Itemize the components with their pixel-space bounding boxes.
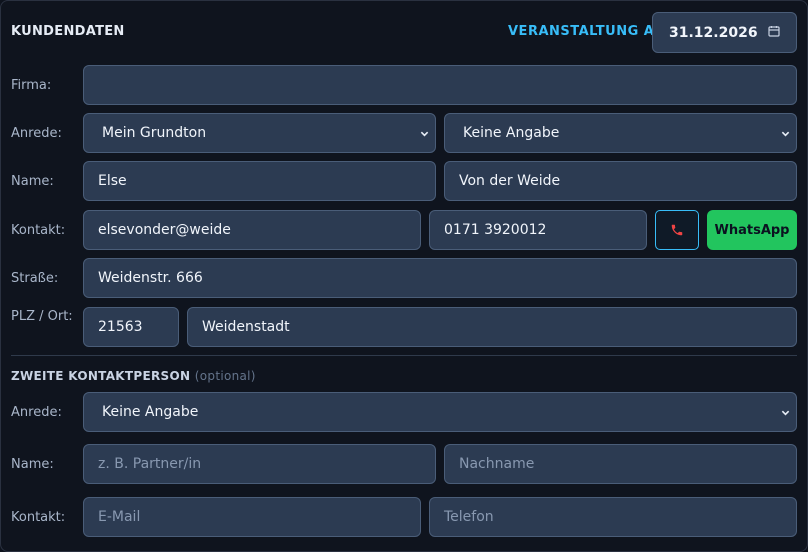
last-name-value: Von der Weide	[459, 173, 561, 189]
event-date-value: 31.12.2026	[669, 24, 758, 41]
second-email-input[interactable]: E-Mail	[83, 497, 421, 537]
salutation-label: Anrede:	[11, 126, 62, 141]
city-value: Weidenstadt	[202, 319, 290, 335]
email-input[interactable]: elsevonder@weide	[83, 210, 421, 250]
event-date-input[interactable]: 31.12.2026	[652, 12, 797, 53]
company-input[interactable]	[83, 65, 797, 105]
city-input[interactable]: Weidenstadt	[187, 307, 797, 347]
chevron-down-icon	[781, 131, 790, 136]
second-first-name-input[interactable]: z. B. Partner/in	[83, 444, 436, 484]
second-contact-label: Kontakt:	[11, 510, 66, 525]
name-label: Name:	[11, 174, 54, 189]
email-value: elsevonder@weide	[98, 222, 231, 238]
chevron-down-icon	[781, 410, 790, 415]
calendar-icon[interactable]	[768, 25, 780, 41]
phone-value: 0171 3920012	[444, 222, 547, 238]
second-phone-input[interactable]: Telefon	[429, 497, 797, 537]
zip-input[interactable]: 21563	[83, 307, 179, 347]
second-contact-title-text: ZWEITE KONTAKTPERSON	[11, 369, 191, 383]
second-phone-placeholder: Telefon	[444, 509, 494, 525]
optional-hint: (optional)	[194, 369, 256, 383]
second-last-name-input[interactable]: Nachname	[444, 444, 797, 484]
greeting-select[interactable]: Mein Grundton	[83, 113, 436, 153]
first-name-value: Else	[98, 173, 127, 189]
first-name-input[interactable]: Else	[83, 161, 436, 201]
section-title: KUNDENDATEN	[11, 24, 125, 39]
gender-selected: Keine Angabe	[463, 125, 560, 141]
company-label: Firma:	[11, 78, 52, 93]
second-salutation-selected: Keine Angabe	[102, 404, 199, 420]
second-contact-title: ZWEITE KONTAKTPERSON (optional)	[11, 369, 256, 383]
zip-city-label: PLZ / Ort:	[11, 309, 73, 324]
zip-value: 21563	[98, 319, 143, 335]
street-value: Weidenstr. 666	[98, 270, 203, 286]
section-divider	[11, 355, 797, 356]
second-name-label: Name:	[11, 457, 54, 472]
second-email-placeholder: E-Mail	[98, 509, 141, 525]
phone-icon	[671, 224, 683, 236]
second-salutation-label: Anrede:	[11, 405, 62, 420]
chevron-down-icon	[420, 131, 429, 136]
street-input[interactable]: Weidenstr. 666	[83, 258, 797, 298]
gender-select[interactable]: Keine Angabe	[444, 113, 797, 153]
whatsapp-button[interactable]: WhatsApp	[707, 210, 797, 250]
second-first-name-placeholder: z. B. Partner/in	[98, 456, 202, 472]
event-date-label: VERANSTALTUNG AM	[508, 24, 668, 39]
second-salutation-select[interactable]: Keine Angabe	[83, 392, 797, 432]
contact-label: Kontakt:	[11, 223, 66, 238]
greeting-selected: Mein Grundton	[102, 125, 207, 141]
second-last-name-placeholder: Nachname	[459, 456, 535, 472]
street-label: Straße:	[11, 271, 59, 286]
customer-data-panel: KUNDENDATEN VERANSTALTUNG AM 31.12.2026 …	[0, 0, 808, 552]
call-button[interactable]	[655, 210, 699, 250]
last-name-input[interactable]: Von der Weide	[444, 161, 797, 201]
phone-input[interactable]: 0171 3920012	[429, 210, 647, 250]
